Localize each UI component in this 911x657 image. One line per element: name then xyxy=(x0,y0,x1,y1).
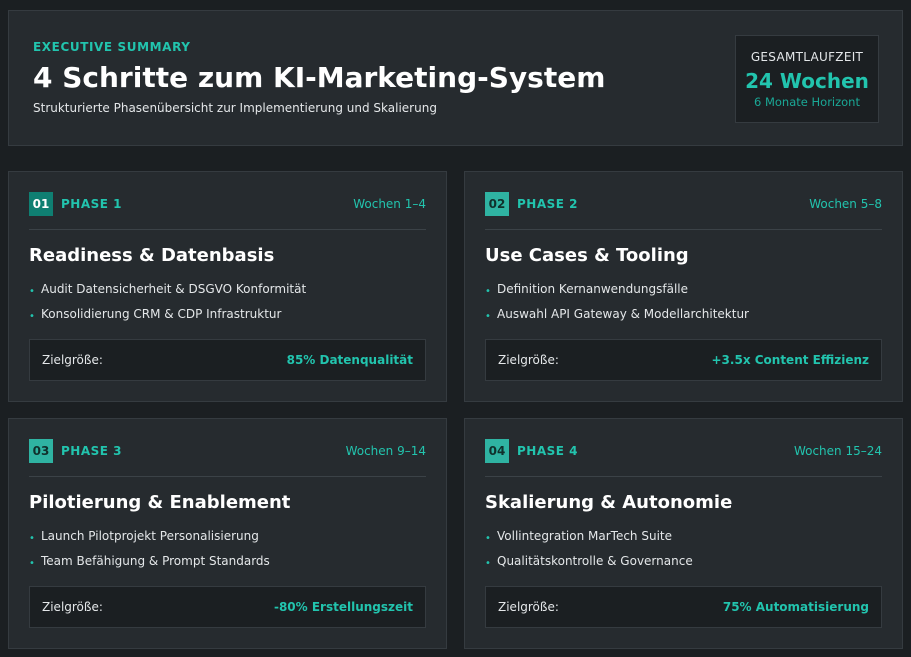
target-metric-label: Zielgröße: xyxy=(42,600,103,614)
phase-bullet-list: • Definition Kernanwendungsfälle • Auswahl… xyxy=(485,282,749,332)
phase-label: PHASE 3 xyxy=(61,444,122,458)
phase-bullet-list: • Vollintegration MarTech Suite • Qualität… xyxy=(485,529,693,579)
bullet-dot-icon: • xyxy=(29,558,35,569)
phase-weeks: Wochen 15–24 xyxy=(793,444,882,458)
divider xyxy=(485,476,882,477)
phase-bullet-list: • Audit Datensicherheit & DSGVO Konformit… xyxy=(29,282,306,332)
phase-weeks: Wochen 5–8 xyxy=(809,197,882,211)
duration-value: 24 Wochen xyxy=(745,69,869,93)
page-title: 4 Schritte zum KI-Marketing-System xyxy=(33,61,606,94)
phase-number-badge: 02 xyxy=(485,192,509,216)
phase-header: 01 PHASE 1 Wochen 1–4 xyxy=(29,192,426,216)
list-item: • Auswahl API Gateway & Modellarchitektur xyxy=(485,307,749,332)
phase-card-1: 01 PHASE 1 Wochen 1–4 Readiness & Datenb… xyxy=(8,171,447,402)
phase-title: Skalierung & Autonomie xyxy=(485,492,733,513)
phase-weeks: Wochen 9–14 xyxy=(345,444,426,458)
page-subtitle: Strukturierte Phasenübersicht zur Implem… xyxy=(33,101,437,115)
phase-title: Readiness & Datenbasis xyxy=(29,245,275,266)
phase-label: PHASE 2 xyxy=(517,197,578,211)
bullet-text: Definition Kernanwendungsfälle xyxy=(497,282,688,296)
target-metric-value: 85% Datenqualität xyxy=(286,353,413,367)
bullet-dot-icon: • xyxy=(485,558,491,569)
bullet-text: Audit Datensicherheit & DSGVO Konformitä… xyxy=(41,282,307,296)
target-metric-value: +3.5x Content Effizienz xyxy=(711,353,870,367)
phase-number-badge: 04 xyxy=(485,439,509,463)
phase-title: Pilotierung & Enablement xyxy=(29,492,291,513)
phase-card-2: 02 PHASE 2 Wochen 5–8 Use Cases & Toolin… xyxy=(464,171,903,402)
phase-weeks: Wochen 1–4 xyxy=(353,197,426,211)
summary-eyebrow: EXECUTIVE SUMMARY xyxy=(33,40,191,54)
bullet-text: Konsolidierung CRM & CDP Infrastruktur xyxy=(41,307,282,321)
phase-bullet-list: • Launch Pilotprojekt Personalisierung • T… xyxy=(29,529,270,579)
target-metric-label: Zielgröße: xyxy=(498,600,559,614)
phase-title: Use Cases & Tooling xyxy=(485,245,689,266)
duration-label: GESAMTLAUFZEIT xyxy=(750,50,864,64)
bullet-text: Auswahl API Gateway & Modellarchitektur xyxy=(497,307,749,321)
bullet-dot-icon: • xyxy=(29,286,35,297)
phase-card-4: 04 PHASE 4 Wochen 15–24 Skalierung & Aut… xyxy=(464,418,903,649)
target-metric-label: Zielgröße: xyxy=(498,353,559,367)
phase-card-3: 03 PHASE 3 Wochen 9–14 Pilotierung & Ena… xyxy=(8,418,447,649)
bullet-text: Launch Pilotprojekt Personalisierung xyxy=(41,529,259,543)
phase-header: 02 PHASE 2 Wochen 5–8 xyxy=(485,192,882,216)
phase-number-badge: 03 xyxy=(29,439,53,463)
bullet-text: Team Befähigung & Prompt Standards xyxy=(41,554,270,568)
list-item: • Team Befähigung & Prompt Standards xyxy=(29,554,270,579)
phase-number-badge: 01 xyxy=(29,192,53,216)
total-duration-box: GESAMTLAUFZEIT 24 Wochen 6 Monate Horizo… xyxy=(735,35,879,123)
list-item: • Definition Kernanwendungsfälle xyxy=(485,282,749,307)
target-metric-value: -80% Erstellungszeit xyxy=(273,600,413,614)
bullet-dot-icon: • xyxy=(29,533,35,544)
phase-header: 04 PHASE 4 Wochen 15–24 xyxy=(485,439,882,463)
target-metric-label: Zielgröße: xyxy=(42,353,103,367)
divider xyxy=(29,229,426,230)
divider xyxy=(485,229,882,230)
phase-label: PHASE 4 xyxy=(517,444,578,458)
bullet-dot-icon: • xyxy=(29,311,35,322)
list-item: • Qualitätskontrolle & Governance xyxy=(485,554,693,579)
divider xyxy=(29,476,426,477)
bullet-dot-icon: • xyxy=(485,533,491,544)
executive-summary-panel: EXECUTIVE SUMMARY 4 Schritte zum KI-Mark… xyxy=(8,10,903,146)
list-item: • Konsolidierung CRM & CDP Infrastruktur xyxy=(29,307,306,332)
phase-header: 03 PHASE 3 Wochen 9–14 xyxy=(29,439,426,463)
bullet-dot-icon: • xyxy=(485,311,491,322)
list-item: • Vollintegration MarTech Suite xyxy=(485,529,693,554)
target-metric-box: Zielgröße: 85% Datenqualität xyxy=(29,339,426,381)
target-metric-box: Zielgröße: 75% Automatisierung xyxy=(485,586,882,628)
target-metric-box: Zielgröße: -80% Erstellungszeit xyxy=(29,586,426,628)
list-item: • Launch Pilotprojekt Personalisierung xyxy=(29,529,270,554)
bullet-text: Qualitätskontrolle & Governance xyxy=(497,554,693,568)
bullet-text: Vollintegration MarTech Suite xyxy=(497,529,672,543)
target-metric-value: 75% Automatisierung xyxy=(722,600,869,614)
target-metric-box: Zielgröße: +3.5x Content Effizienz xyxy=(485,339,882,381)
list-item: • Audit Datensicherheit & DSGVO Konformit… xyxy=(29,282,306,307)
duration-subtext: 6 Monate Horizont xyxy=(754,95,860,109)
bullet-dot-icon: • xyxy=(485,286,491,297)
phase-label: PHASE 1 xyxy=(61,197,122,211)
roadmap-page: EXECUTIVE SUMMARY 4 Schritte zum KI-Mark… xyxy=(0,0,911,657)
